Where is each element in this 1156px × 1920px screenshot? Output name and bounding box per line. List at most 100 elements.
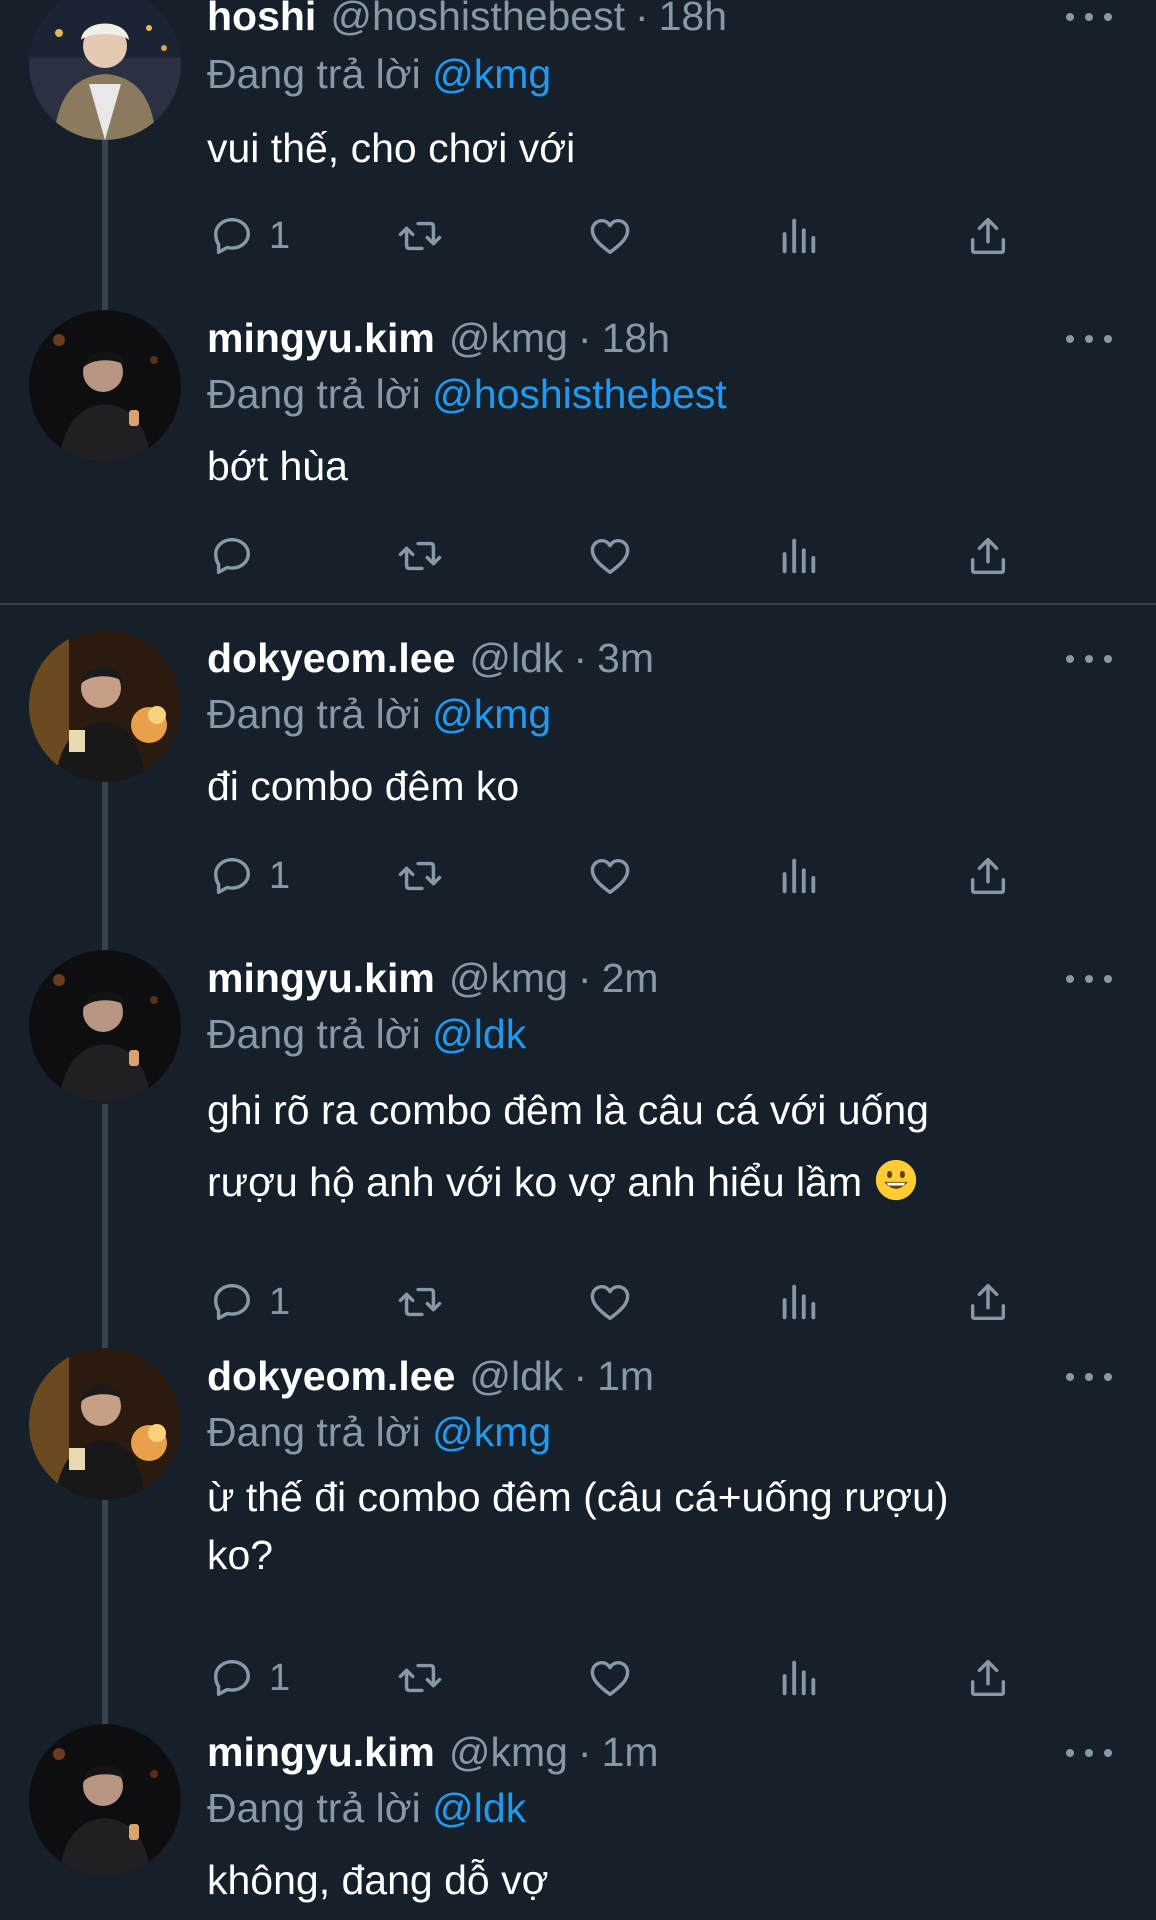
timestamp[interactable]: 1m: [602, 1724, 659, 1780]
retweet-button[interactable]: [397, 528, 443, 584]
tweet-actions: 1: [207, 848, 1107, 904]
avatar[interactable]: [29, 950, 181, 1102]
replying-prefix: Đang trả lời: [207, 1011, 421, 1057]
share-button[interactable]: [965, 1274, 1011, 1330]
thread-line: [102, 782, 108, 950]
avatar[interactable]: [29, 310, 181, 462]
avatar[interactable]: [29, 0, 181, 140]
heart-icon: [587, 853, 633, 899]
share-button[interactable]: [965, 528, 1011, 584]
mention-link[interactable]: @kmg: [432, 51, 551, 97]
reply-button[interactable]: 1: [209, 208, 290, 264]
reply-count: 1: [269, 214, 291, 257]
like-button[interactable]: [587, 848, 633, 904]
like-button[interactable]: [587, 528, 633, 584]
author-handle[interactable]: @hoshisthebest: [330, 0, 625, 44]
views-button[interactable]: [775, 1274, 821, 1330]
author-handle[interactable]: @kmg: [449, 310, 568, 366]
timestamp[interactable]: 2m: [602, 950, 659, 1006]
share-button[interactable]: [965, 848, 1011, 904]
tweet-actions: [207, 528, 1107, 584]
thread-line: [102, 1500, 108, 1726]
reply-icon: [209, 213, 255, 259]
more-icon[interactable]: [1066, 1733, 1112, 1773]
like-button[interactable]: [587, 208, 633, 264]
views-button[interactable]: [775, 1650, 821, 1706]
reply-button[interactable]: 1: [209, 1274, 290, 1330]
reply-button[interactable]: [209, 528, 255, 584]
retweet-button[interactable]: [397, 848, 443, 904]
reply-button[interactable]: 1: [209, 1650, 290, 1706]
retweet-button[interactable]: [397, 1274, 443, 1330]
tweet-text: vui thế, cho chơi với: [207, 125, 576, 171]
timestamp[interactable]: 3m: [597, 630, 654, 686]
author-name[interactable]: mingyu.kim: [207, 950, 435, 1006]
heart-icon: [587, 213, 633, 259]
tweet-text: không, đang dỗ vợ: [207, 1857, 549, 1903]
replying-prefix: Đang trả lời: [207, 1409, 421, 1455]
more-icon[interactable]: [1066, 0, 1112, 37]
like-button[interactable]: [587, 1274, 633, 1330]
timestamp[interactable]: 18h: [659, 0, 727, 44]
replying-prefix: Đang trả lời: [207, 51, 421, 97]
views-button[interactable]: [775, 528, 821, 584]
share-icon: [965, 1279, 1011, 1325]
avatar[interactable]: [29, 1724, 181, 1876]
retweet-button[interactable]: [397, 1650, 443, 1706]
share-button[interactable]: [965, 1650, 1011, 1706]
author-handle[interactable]: @kmg: [449, 1724, 568, 1780]
tweet-text: ghi rõ ra combo đêm là câu cá với uống r…: [207, 1074, 1107, 1218]
views-icon: [775, 1655, 821, 1701]
more-icon[interactable]: [1066, 959, 1112, 999]
reply-button[interactable]: 1: [209, 848, 290, 904]
timestamp[interactable]: 1m: [597, 1348, 654, 1404]
reply-icon: [209, 853, 255, 899]
author-handle[interactable]: @kmg: [449, 950, 568, 1006]
mention-link[interactable]: @ldk: [432, 1011, 526, 1057]
retweet-button[interactable]: [397, 208, 443, 264]
more-icon[interactable]: [1066, 319, 1112, 359]
author-handle[interactable]: @ldk: [469, 1348, 563, 1404]
mention-link[interactable]: @kmg: [432, 691, 551, 737]
timestamp[interactable]: 18h: [602, 310, 670, 366]
thread-divider: [0, 603, 1156, 605]
tweet-actions: 1: [207, 1274, 1107, 1330]
views-icon: [775, 1279, 821, 1325]
more-icon[interactable]: [1066, 639, 1112, 679]
replying-prefix: Đang trả lời: [207, 371, 421, 417]
avatar[interactable]: [29, 630, 181, 782]
views-icon: [775, 533, 821, 579]
author-name[interactable]: mingyu.kim: [207, 310, 435, 366]
reply-count: 1: [269, 854, 291, 897]
replying-prefix: Đang trả lời: [207, 1785, 421, 1831]
reply-icon: [209, 1655, 255, 1701]
share-button[interactable]: [965, 208, 1011, 264]
author-handle[interactable]: @ldk: [469, 630, 563, 686]
thread-line: [102, 1104, 108, 1350]
mention-link[interactable]: @ldk: [432, 1785, 526, 1831]
author-name[interactable]: mingyu.kim: [207, 1724, 435, 1780]
mention-link[interactable]: @kmg: [432, 1409, 551, 1455]
author-name[interactable]: dokyeom.lee: [207, 630, 455, 686]
tweet-text-line: ừ thế đi combo đêm (câu cá+uống rượu): [207, 1474, 949, 1520]
views-button[interactable]: [775, 208, 821, 264]
tweet-text: bớt hùa: [207, 443, 348, 489]
tweet-text: ừ thế đi combo đêm (câu cá+uống rượu) ko…: [207, 1468, 1107, 1584]
heart-icon: [587, 533, 633, 579]
retweet-icon: [397, 213, 443, 259]
separator: ·: [634, 0, 649, 39]
replying-to: Đang trả lời @kmg: [207, 46, 551, 102]
replying-prefix: Đang trả lời: [207, 691, 421, 737]
avatar[interactable]: [29, 1348, 181, 1500]
thread-line: [102, 140, 108, 310]
reply-count: 1: [269, 1656, 291, 1699]
author-name[interactable]: dokyeom.lee: [207, 1348, 455, 1404]
views-button[interactable]: [775, 848, 821, 904]
more-icon[interactable]: [1066, 1357, 1112, 1397]
separator: ·: [573, 1353, 588, 1399]
author-name[interactable]: hoshi: [207, 0, 316, 44]
tweet-actions: 1: [207, 1650, 1107, 1706]
like-button[interactable]: [587, 1650, 633, 1706]
mention-link[interactable]: @hoshisthebest: [432, 371, 727, 417]
share-icon: [965, 213, 1011, 259]
